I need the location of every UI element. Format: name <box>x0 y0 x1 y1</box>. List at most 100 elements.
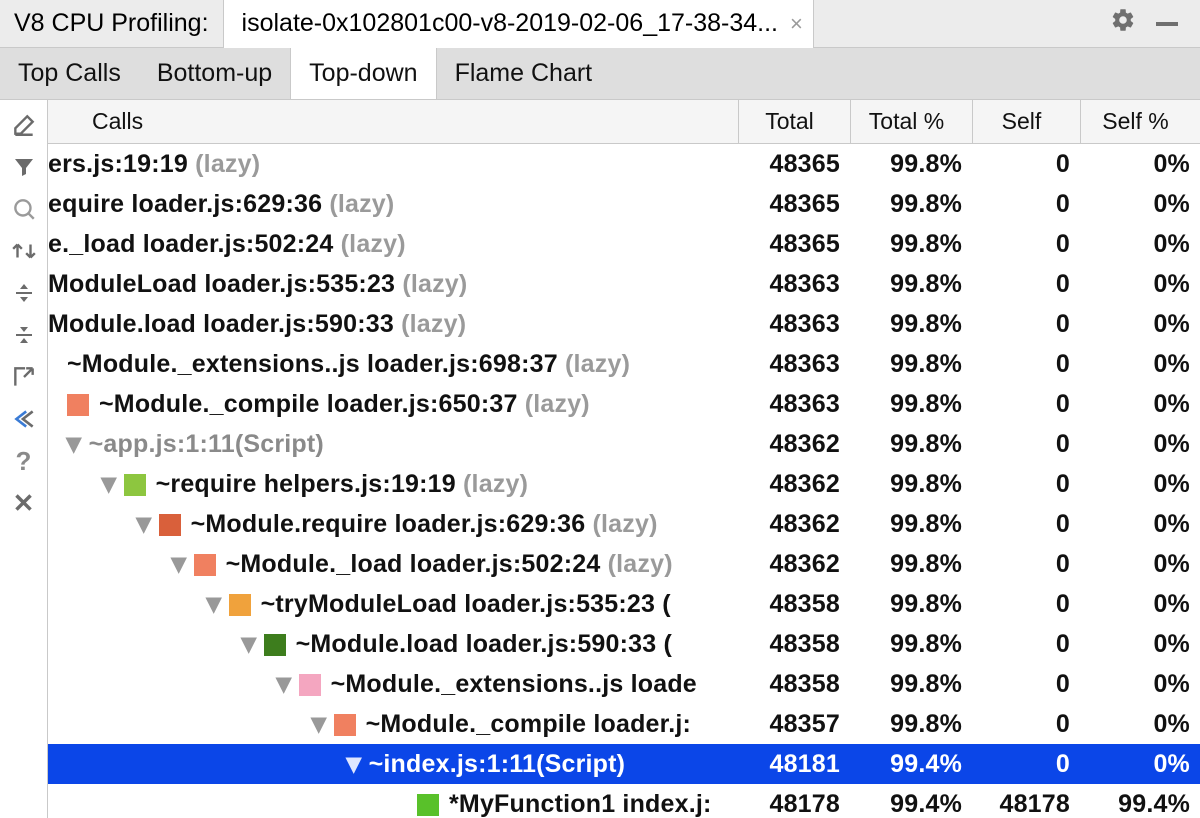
call-label-part: (lazy) <box>329 190 394 218</box>
cell-self: 0 <box>972 190 1080 219</box>
search-icon[interactable] <box>2 190 46 228</box>
collapse-all-icon[interactable] <box>2 316 46 354</box>
call-label-part: ~Module.require loader.js:629:36 <box>191 510 593 538</box>
call-label-part: ~require helpers.js:19:19 <box>156 470 463 498</box>
chevron-down-icon[interactable]: ▶ <box>307 717 332 733</box>
chevron-down-icon[interactable]: ▶ <box>132 517 157 533</box>
cell-total: 48365 <box>738 190 850 219</box>
color-swatch <box>417 794 439 816</box>
tree-row[interactable]: e._load loader.js:502:24 (lazy)4836599.8… <box>48 224 1200 264</box>
cell-selfp: 0% <box>1080 750 1200 779</box>
cell-self: 0 <box>972 750 1080 779</box>
tree-row[interactable]: Module.load loader.js:590:33 (lazy)48363… <box>48 304 1200 344</box>
cell-total: 48363 <box>738 390 850 419</box>
tab-flame-chart[interactable]: Flame Chart <box>437 48 611 99</box>
tree-row[interactable]: ModuleLoad loader.js:535:23 (lazy)483639… <box>48 264 1200 304</box>
cell-self: 0 <box>972 430 1080 459</box>
color-swatch <box>334 714 356 736</box>
tree-row[interactable]: ~Module._extensions..js loader.js:698:37… <box>48 344 1200 384</box>
tree-row[interactable]: ▶~Module._extensions..js loade4835899.8%… <box>48 664 1200 704</box>
cell-self: 0 <box>972 350 1080 379</box>
call-label-part: ~Module._extensions..js loader.js:698:37 <box>67 350 565 378</box>
col-self[interactable]: Self <box>972 100 1080 143</box>
tab-top-down[interactable]: Top-down <box>290 48 436 99</box>
cell-total: 48178 <box>738 790 850 818</box>
cell-selfp: 0% <box>1080 350 1200 379</box>
tree-row[interactable]: ers.js:19:19 (lazy)4836599.8%00% <box>48 144 1200 184</box>
cell-totalp: 99.8% <box>850 270 972 299</box>
tree-row[interactable]: ▶~Module._load loader.js:502:24 (lazy)48… <box>48 544 1200 584</box>
chevron-down-icon[interactable]: ▶ <box>342 757 367 773</box>
cell-self: 0 <box>972 470 1080 499</box>
cell-selfp: 0% <box>1080 670 1200 699</box>
cell-self: 48178 <box>972 790 1080 818</box>
call-label-part: (lazy) <box>463 470 528 498</box>
chevron-down-icon[interactable]: ▶ <box>272 677 297 693</box>
color-swatch <box>67 394 89 416</box>
filter-icon[interactable] <box>2 148 46 186</box>
tree-row[interactable]: ~Module._compile loader.js:650:37 (lazy)… <box>48 384 1200 424</box>
call-label-part: (lazy) <box>341 230 406 258</box>
hide-icon[interactable] <box>1156 22 1178 26</box>
tree-row[interactable]: ▶~tryModuleLoad loader.js:535:23 (483589… <box>48 584 1200 624</box>
cell-self: 0 <box>972 230 1080 259</box>
col-self-pct[interactable]: Self % <box>1080 100 1200 143</box>
cell-selfp: 0% <box>1080 710 1200 739</box>
focus-icon[interactable] <box>2 400 46 438</box>
color-swatch <box>159 514 181 536</box>
chevron-down-icon[interactable]: ▶ <box>167 557 192 573</box>
tree-row[interactable]: ▶~require helpers.js:19:19 (lazy)4836299… <box>48 464 1200 504</box>
cell-totalp: 99.8% <box>850 510 972 539</box>
tree-row[interactable]: equire loader.js:629:36 (lazy)4836599.8%… <box>48 184 1200 224</box>
cell-self: 0 <box>972 270 1080 299</box>
col-calls[interactable]: Calls <box>48 108 738 135</box>
cell-total: 48358 <box>738 630 850 659</box>
cell-total: 48362 <box>738 430 850 459</box>
edit-icon[interactable] <box>2 106 46 144</box>
content: Calls Total Total % Self Self % ers.js:1… <box>48 100 1200 818</box>
color-swatch <box>264 634 286 656</box>
left-toolbar: ? ✕ <box>0 100 48 818</box>
call-label-part: (lazy) <box>565 350 630 378</box>
cell-selfp: 0% <box>1080 550 1200 579</box>
compare-icon[interactable] <box>2 232 46 270</box>
cell-totalp: 99.8% <box>850 590 972 619</box>
call-tree[interactable]: ers.js:19:19 (lazy)4836599.8%00%equire l… <box>48 144 1200 818</box>
call-label-part: (lazy) <box>195 150 260 178</box>
tree-row[interactable]: ▶~index.js:1:11(Script)4818199.4%00% <box>48 744 1200 784</box>
chevron-down-icon[interactable]: ▶ <box>237 637 262 653</box>
cell-totalp: 99.4% <box>850 750 972 779</box>
expand-all-icon[interactable] <box>2 274 46 312</box>
help-icon[interactable]: ? <box>2 442 46 480</box>
tree-row[interactable]: *MyFunction1 index.j:4817899.4%4817899.4… <box>48 784 1200 818</box>
call-label-part: ~Module._extensions..js loade <box>331 670 697 698</box>
chevron-down-icon[interactable]: ▶ <box>202 597 227 613</box>
color-swatch <box>194 554 216 576</box>
cell-total: 48362 <box>738 510 850 539</box>
cell-selfp: 0% <box>1080 270 1200 299</box>
cell-totalp: 99.8% <box>850 350 972 379</box>
cell-totalp: 99.8% <box>850 310 972 339</box>
tab-top-calls[interactable]: Top Calls <box>0 48 139 99</box>
gear-icon[interactable] <box>1110 7 1136 40</box>
tree-row[interactable]: ▶~Module.load loader.js:590:33 (4835899.… <box>48 624 1200 664</box>
chevron-down-icon[interactable]: ▶ <box>97 477 122 493</box>
cell-self: 0 <box>972 310 1080 339</box>
close-tool-icon[interactable]: ✕ <box>2 484 46 522</box>
cell-totalp: 99.8% <box>850 230 972 259</box>
col-total-pct[interactable]: Total % <box>850 100 972 143</box>
call-label-part: ~Module.load loader.js:590:33 ( <box>296 630 672 658</box>
col-total[interactable]: Total <box>738 100 850 143</box>
cell-selfp: 0% <box>1080 630 1200 659</box>
profile-file-tab[interactable]: isolate-0x102801c00-v8-2019-02-06_17-38-… <box>223 0 814 48</box>
color-swatch <box>299 674 321 696</box>
call-label-part: ~Module._compile loader.j: <box>366 710 691 738</box>
chevron-down-icon[interactable]: ▶ <box>62 437 87 453</box>
tree-row[interactable]: ▶~app.js:1:11(Script)4836299.8%00% <box>48 424 1200 464</box>
tab-bottom-up[interactable]: Bottom-up <box>139 48 290 99</box>
tree-row[interactable]: ▶~Module.require loader.js:629:36 (lazy)… <box>48 504 1200 544</box>
color-swatch <box>229 594 251 616</box>
close-icon[interactable]: × <box>790 11 803 37</box>
tree-row[interactable]: ▶~Module._compile loader.j:4835799.8%00% <box>48 704 1200 744</box>
export-icon[interactable] <box>2 358 46 396</box>
